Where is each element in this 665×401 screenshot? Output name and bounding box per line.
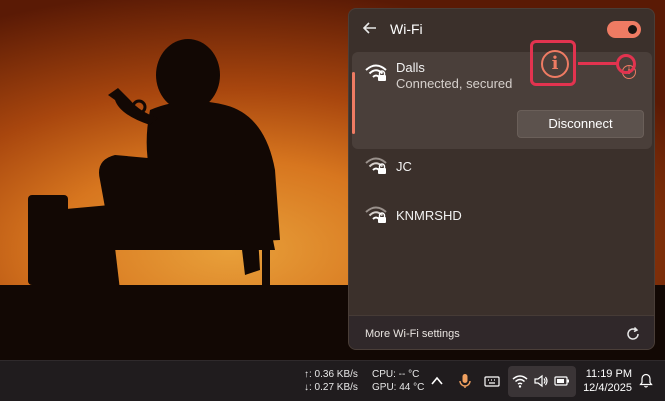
active-network-item[interactable]: Dalls Connected, secured i Disconnect xyxy=(352,52,652,149)
system-tray-group[interactable] xyxy=(508,366,576,397)
flyout-footer: More Wi-Fi settings xyxy=(349,315,654,349)
wifi-secured-icon xyxy=(365,157,387,174)
active-network-status: Connected, secured xyxy=(396,76,513,91)
active-network-name: Dalls xyxy=(396,60,425,75)
microphone-icon[interactable] xyxy=(457,373,473,389)
selected-indicator xyxy=(352,72,355,134)
cpu-temp: CPU: -- °C xyxy=(372,369,420,380)
temperature-widget: CPU: -- °C GPU: 44 °C xyxy=(372,368,424,394)
wifi-secured-icon xyxy=(365,206,387,223)
network-name: JC xyxy=(396,159,412,174)
highlight-box: i xyxy=(530,40,576,86)
gpu-temp: GPU: 44 °C xyxy=(372,382,425,393)
keyboard-icon[interactable] xyxy=(484,373,500,389)
wifi-toggle-knob xyxy=(628,25,637,34)
taskbar: ↑: 0.36 KB/s ↓: 0.27 KB/s CPU: -- °C GPU… xyxy=(0,360,665,401)
highlight-ring xyxy=(616,54,636,74)
network-name: KNMRSHD xyxy=(396,208,462,223)
network-item-jc[interactable]: JC xyxy=(352,149,652,191)
wifi-icon xyxy=(512,375,528,388)
wifi-secured-icon xyxy=(365,64,387,81)
clock-date: 12/4/2025 xyxy=(583,382,632,394)
notification-icon[interactable] xyxy=(638,373,654,389)
back-arrow-icon[interactable] xyxy=(363,21,377,35)
flyout-title: Wi-Fi xyxy=(390,21,423,37)
upload-speed: ↑: 0.36 KB/s xyxy=(304,369,358,380)
network-speed-widget: ↑: 0.36 KB/s ↓: 0.27 KB/s xyxy=(304,368,358,394)
wifi-flyout: Wi-Fi Dalls Connected, secured i Disconn… xyxy=(348,8,655,350)
refresh-icon[interactable] xyxy=(625,326,641,342)
volume-icon xyxy=(534,374,548,388)
download-speed: ↓: 0.27 KB/s xyxy=(304,382,358,393)
more-wifi-settings-link[interactable]: More Wi-Fi settings xyxy=(365,328,460,340)
highlight-connector xyxy=(578,62,618,65)
info-icon-enlarged: i xyxy=(541,50,569,78)
chevron-up-icon[interactable] xyxy=(429,373,445,389)
wifi-toggle[interactable] xyxy=(607,21,641,38)
flyout-header: Wi-Fi xyxy=(349,9,654,49)
network-item-knmrshd[interactable]: KNMRSHD xyxy=(352,198,652,240)
battery-icon xyxy=(554,376,569,386)
clock[interactable]: 11:19 PM 12/4/2025 xyxy=(582,367,632,395)
clock-time: 11:19 PM xyxy=(585,368,632,380)
disconnect-button[interactable]: Disconnect xyxy=(517,110,644,138)
